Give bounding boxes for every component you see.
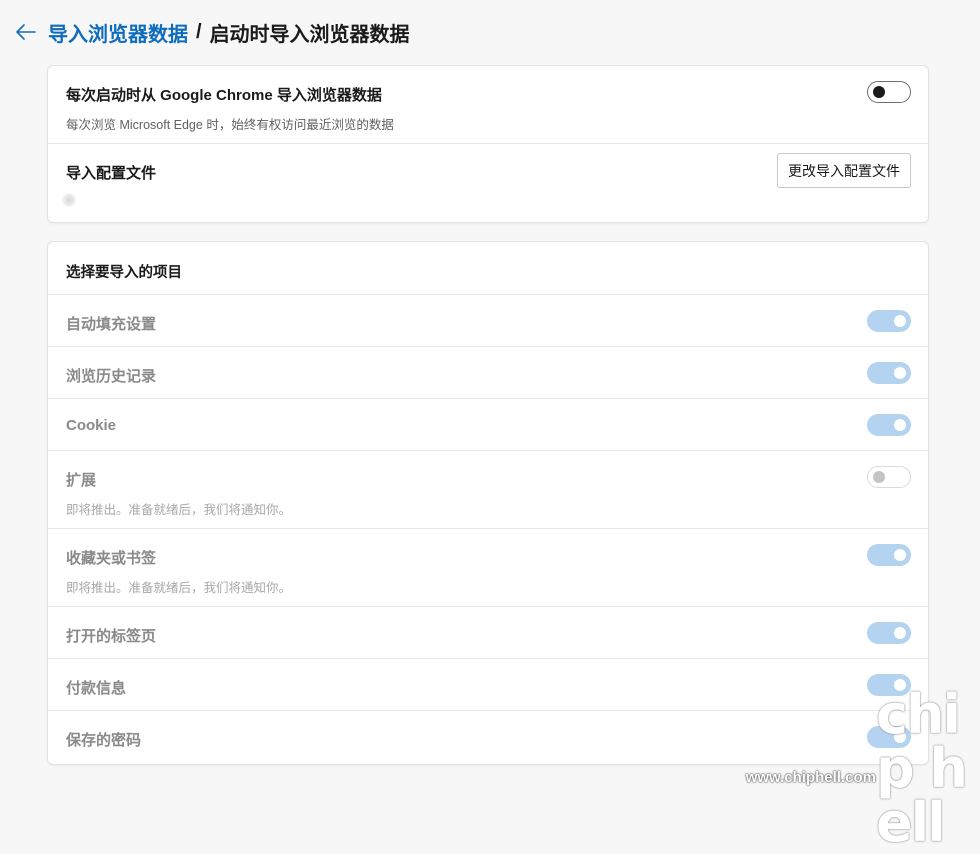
import-items-card: 选择要导入的项目 自动填充设置 浏览历史记录 Cookie 扩展 即将推出。准备… [48, 242, 928, 764]
list-item-open-tabs: 打开的标签页 [48, 607, 928, 659]
list-item-cookie: Cookie [48, 399, 928, 451]
profile-avatar-redacted [62, 193, 76, 207]
list-item-extensions: 扩展 即将推出。准备就绪后，我们将通知你。 [48, 451, 928, 529]
toggle-knob [894, 549, 906, 561]
item-label: 自动填充设置 [66, 313, 910, 334]
watermark-url: www.chiphell.com [746, 769, 876, 786]
page-header: 导入浏览器数据 / 启动时导入浏览器数据 [14, 16, 410, 48]
toggle-knob [894, 627, 906, 639]
extensions-toggle[interactable] [867, 466, 911, 488]
item-label: 扩展 [66, 469, 910, 490]
list-item-favorites: 收藏夹或书签 即将推出。准备就绪后，我们将通知你。 [48, 529, 928, 607]
import-on-startup-toggle[interactable] [867, 81, 911, 103]
item-label: 浏览历史记录 [66, 365, 910, 386]
open-tabs-toggle[interactable] [867, 622, 911, 644]
import-profile-row: 导入配置文件 更改导入配置文件 [48, 144, 928, 222]
import-items-header: 选择要导入的项目 [66, 261, 910, 282]
list-item-history: 浏览历史记录 [48, 347, 928, 399]
import-items-header-row: 选择要导入的项目 [48, 242, 928, 295]
page-title: 启动时导入浏览器数据 [210, 18, 410, 47]
list-item-autofill: 自动填充设置 [48, 295, 928, 347]
favorites-toggle[interactable] [867, 544, 911, 566]
toggle-knob [894, 419, 906, 431]
item-label: Cookie [66, 417, 910, 434]
item-label: 打开的标签页 [66, 625, 910, 646]
toggle-knob [873, 471, 885, 483]
item-label: 收藏夹或书签 [66, 547, 910, 568]
item-subtitle: 即将推出。准备就绪后，我们将通知你。 [66, 577, 910, 596]
toggle-knob [894, 367, 906, 379]
item-subtitle: 即将推出。准备就绪后，我们将通知你。 [66, 499, 910, 518]
import-on-startup-subtitle: 每次浏览 Microsoft Edge 时，始终有权访问最近浏览的数据 [66, 114, 910, 133]
back-arrow-icon[interactable] [14, 20, 38, 44]
watermark: chip hell www.chiphell.com [746, 688, 966, 808]
cookie-toggle[interactable] [867, 414, 911, 436]
toggle-knob [873, 86, 885, 98]
autofill-toggle[interactable] [867, 310, 911, 332]
watermark-logo: chip hell [876, 688, 966, 850]
breadcrumb-separator: / [196, 21, 202, 44]
breadcrumb-parent-link[interactable]: 导入浏览器数据 [48, 18, 188, 47]
toggle-knob [894, 315, 906, 327]
import-on-startup-row: 每次启动时从 Google Chrome 导入浏览器数据 每次浏览 Micros… [48, 66, 928, 144]
change-import-profile-button[interactable]: 更改导入配置文件 [777, 153, 911, 188]
history-toggle[interactable] [867, 362, 911, 384]
import-on-startup-title: 每次启动时从 Google Chrome 导入浏览器数据 [66, 84, 910, 105]
startup-import-card: 每次启动时从 Google Chrome 导入浏览器数据 每次浏览 Micros… [48, 66, 928, 222]
